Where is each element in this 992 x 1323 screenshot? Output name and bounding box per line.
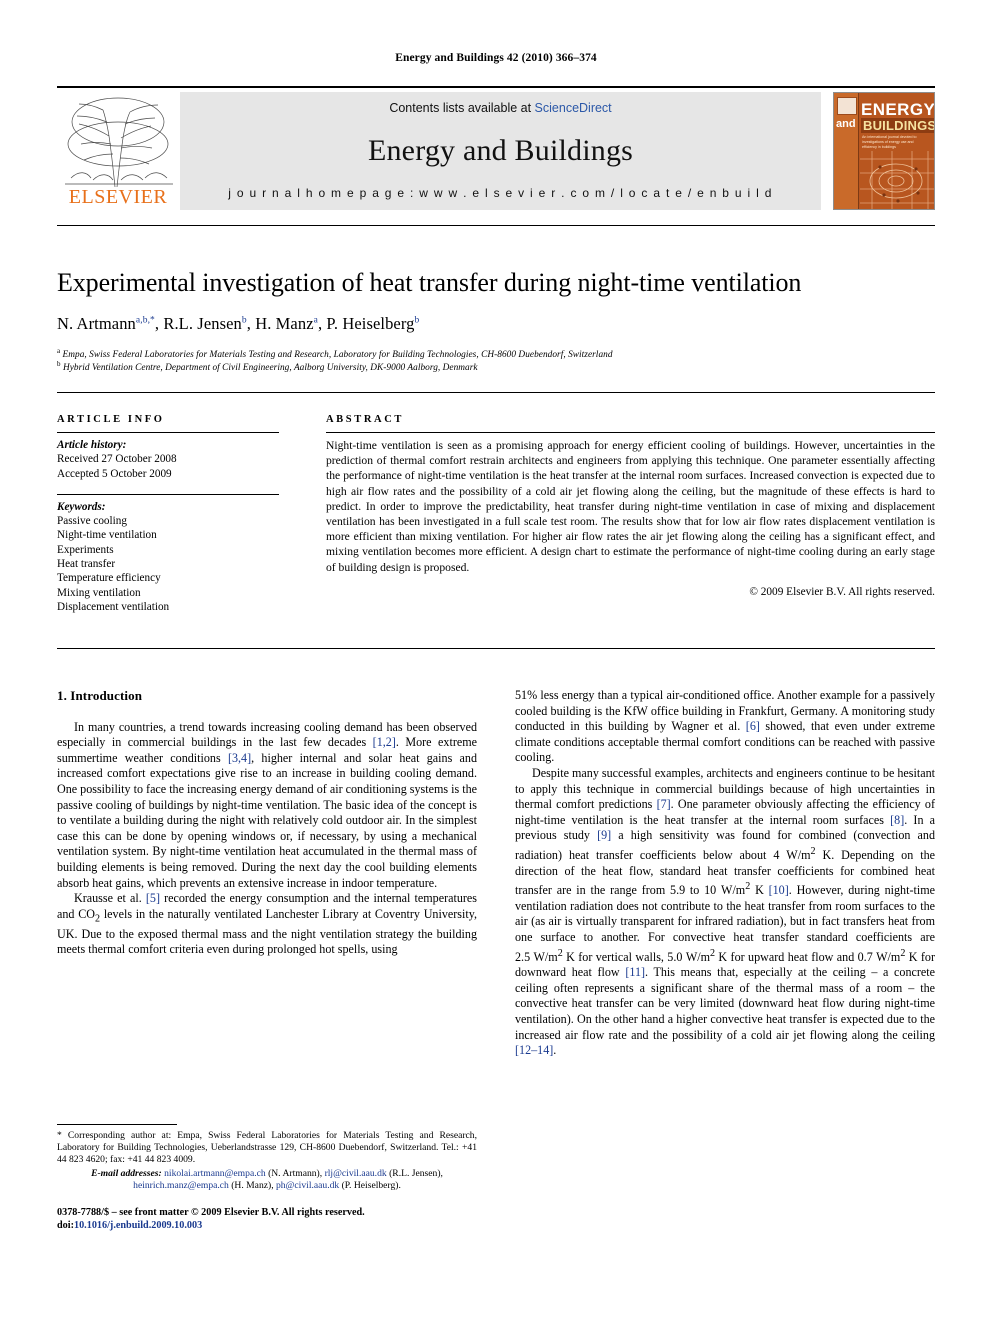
- email-addresses-label: E-mail addresses:: [91, 1167, 162, 1179]
- doi-line: doi:10.1016/j.enbuild.2009.10.003: [57, 1219, 487, 1232]
- citation-ref[interactable]: [3,4]: [228, 751, 251, 765]
- title-divider: [57, 225, 935, 226]
- accepted-date: Accepted 5 October 2009: [57, 467, 172, 480]
- elsevier-wordmark: ELSEVIER: [68, 186, 168, 208]
- email-person: (H. Manz): [231, 1179, 272, 1191]
- keyword-item: Mixing ventilation: [57, 586, 141, 599]
- body-paragraph: Krausse et al. [5] recorded the energy c…: [57, 891, 477, 957]
- citation-ref[interactable]: [11]: [625, 965, 645, 979]
- corresponding-author-note: * Corresponding author at: Empa, Swiss F…: [57, 1130, 477, 1166]
- running-head: Energy and Buildings 42 (2010) 366–374: [395, 52, 597, 64]
- footnote-divider: [57, 1124, 177, 1125]
- article-info-rule: [57, 432, 279, 433]
- journal-cover-thumbnail: ENERGY and BUILDINGS An international jo…: [833, 92, 935, 210]
- imprint-block: 0378-7788/$ – see front matter © 2009 El…: [57, 1206, 487, 1233]
- email-link[interactable]: heinrich.manz@empa.ch: [133, 1180, 229, 1191]
- article-history-block: Article history: Received 27 October 200…: [57, 438, 279, 481]
- keywords-block: Keywords: Passive cooling Night-time ven…: [57, 500, 279, 614]
- author-affil-marker: a: [313, 315, 318, 326]
- cover-energy-text: ENERGY: [861, 100, 935, 119]
- footnote-block: * Corresponding author at: Empa, Swiss F…: [57, 1130, 477, 1192]
- article-history-label: Article history:: [57, 439, 127, 451]
- affiliation-b-text: Hybrid Ventilation Centre, Department of…: [62, 363, 478, 374]
- citation-ref[interactable]: [12–14]: [515, 1043, 553, 1057]
- cover-subtitle-text: An international journal devoted to inve…: [862, 135, 917, 149]
- email-addresses-note: E-mail addresses: nikolai.artmann@empa.c…: [91, 1167, 443, 1191]
- citation-ref[interactable]: [6]: [746, 719, 760, 733]
- journal-title: Energy and Buildings: [367, 133, 634, 167]
- received-date: Received 27 October 2008: [57, 453, 177, 466]
- email-link[interactable]: rlj@civil.aau.dk: [325, 1168, 387, 1179]
- cover-artwork-icon: [860, 151, 934, 209]
- journal-masthead: ELSEVIER Contents lists available at Sci…: [57, 86, 935, 210]
- doi-link[interactable]: 10.1016/j.enbuild.2009.10.003: [74, 1220, 202, 1231]
- article-info-heading: ARTICLE INFO: [57, 414, 165, 425]
- citation-ref[interactable]: [9]: [597, 828, 611, 842]
- abstract-copyright: © 2009 Elsevier B.V. All rights reserved…: [749, 585, 935, 598]
- contents-available-line: Contents lists available at ScienceDirec…: [389, 101, 611, 115]
- abstract-heading: ABSTRACT: [326, 414, 404, 425]
- paper-page: Energy and Buildings 42 (2010) 366–374 E…: [0, 0, 992, 1323]
- elsevier-logo: ELSEVIER: [57, 92, 180, 210]
- author-affil-marker: a,b,*: [135, 315, 155, 326]
- keywords-label: Keywords:: [57, 500, 106, 513]
- citation-ref[interactable]: [10]: [769, 883, 789, 897]
- keyword-item: Passive cooling: [57, 515, 127, 528]
- body-left-column: 1. Introduction In many countries, a tre…: [57, 688, 477, 958]
- citation-ref[interactable]: [8]: [890, 813, 904, 827]
- email-person: (P. Heiselberg): [341, 1179, 399, 1191]
- elsevier-tree-icon: [65, 97, 173, 188]
- abstract-band-bottom-rule: [57, 648, 935, 649]
- abstract-column: ABSTRACT Night-time ventilation is seen …: [326, 414, 935, 598]
- author-affil-marker: b: [241, 315, 247, 326]
- email-person: (R.L. Jensen): [389, 1167, 441, 1179]
- abstract-rule: [326, 432, 935, 433]
- cover-buildings-text: BUILDINGS: [861, 118, 934, 133]
- keyword-item: Heat transfer: [57, 558, 116, 571]
- keyword-item: Night-time ventilation: [57, 529, 157, 542]
- email-link[interactable]: nikolai.artmann@empa.ch: [164, 1168, 266, 1179]
- body-right-column: 51% less energy than a typical air-condi…: [515, 688, 935, 1059]
- masthead-center-panel: Contents lists available at ScienceDirec…: [180, 92, 821, 210]
- keywords-rule: [57, 493, 279, 495]
- cover-elsevier-mini-logo-icon: [837, 97, 857, 115]
- section-heading-introduction: 1. Introduction: [57, 688, 143, 703]
- contents-prefix: Contents lists available at: [389, 101, 535, 115]
- author-affil-marker: b: [414, 315, 420, 326]
- doi-label: doi:: [57, 1220, 74, 1232]
- affiliation-b: b Hybrid Ventilation Centre, Department …: [57, 358, 937, 374]
- keyword-item: Temperature efficiency: [57, 572, 161, 585]
- page-title: Experimental investigation of heat trans…: [57, 268, 802, 297]
- citation-ref[interactable]: [1,2]: [373, 735, 396, 749]
- journal-homepage-line[interactable]: j o u r n a l h o m e p a g e : w w w . …: [228, 186, 772, 200]
- abstract-text: Night-time ventilation is seen as a prom…: [326, 439, 935, 574]
- cover-and-text: and: [836, 118, 856, 130]
- issn-line: 0378-7788/$ – see front matter © 2009 El…: [57, 1207, 365, 1218]
- author-list: N. Artmanna,b,*, R.L. Jensenb, H. Manza,…: [57, 314, 420, 333]
- affiliation-marker-a: a: [57, 347, 61, 355]
- email-link[interactable]: ph@civil.aau.dk: [276, 1180, 339, 1191]
- keyword-item: Displacement ventilation: [57, 600, 170, 613]
- keyword-item: Experiments: [57, 543, 114, 556]
- citation-ref[interactable]: [5]: [146, 891, 160, 905]
- affiliation-marker-b: b: [57, 360, 61, 368]
- sciencedirect-link[interactable]: ScienceDirect: [535, 101, 612, 115]
- body-paragraph: In many countries, a trend towards incre…: [57, 719, 478, 890]
- body-paragraph: Despite many successful examples, archit…: [515, 765, 936, 1058]
- abstract-band-top-rule: [57, 392, 935, 393]
- email-person: (N. Artmann): [268, 1167, 320, 1179]
- body-paragraph: 51% less energy than a typical air-condi…: [515, 688, 935, 765]
- article-info-column: ARTICLE INFO Article history: Received 2…: [57, 414, 279, 614]
- citation-ref[interactable]: [7]: [657, 797, 671, 811]
